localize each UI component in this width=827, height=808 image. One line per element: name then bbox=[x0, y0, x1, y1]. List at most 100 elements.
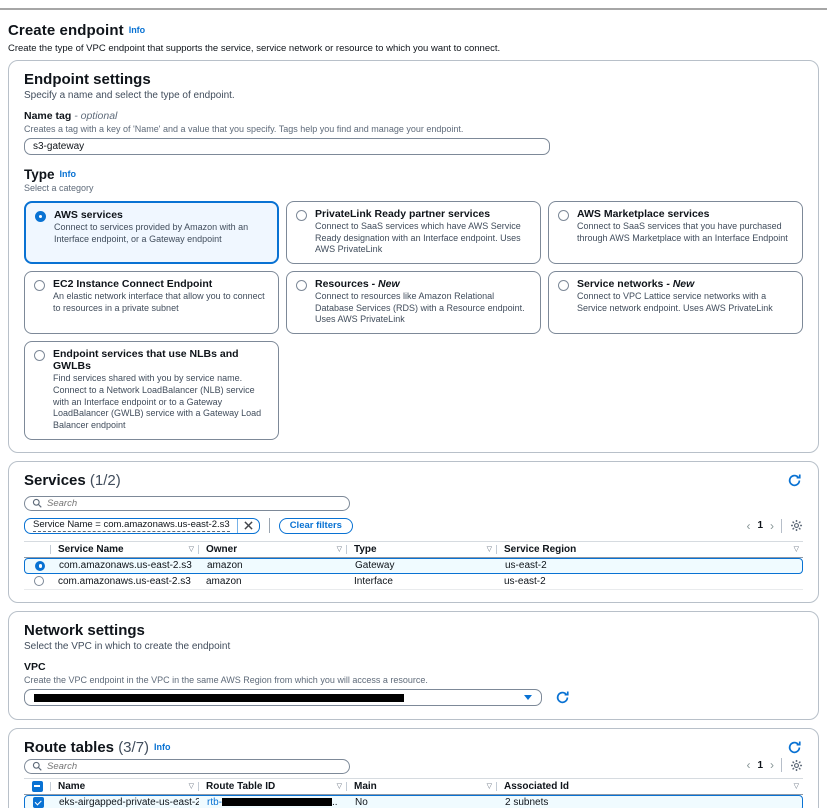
selection-column-header bbox=[24, 542, 50, 557]
sort-icon[interactable]: ▽ bbox=[487, 782, 492, 790]
type-hint: Select a category bbox=[24, 183, 803, 193]
route-table-row[interactable]: eks-airgapped-private-us-east-2b rtb-.. … bbox=[24, 795, 803, 808]
route-tables-preferences-button[interactable] bbox=[789, 758, 803, 772]
category-new-badge: - New bbox=[372, 278, 400, 290]
route-tables-card: Route tables (3/7)Info ‹ 1 bbox=[8, 728, 819, 808]
column-service-region[interactable]: Service Region ▽ bbox=[496, 542, 803, 557]
category-service-networks[interactable]: Service networks - New Connect to VPC La… bbox=[548, 271, 803, 334]
radio-selected-icon[interactable] bbox=[35, 211, 46, 222]
radio-icon[interactable] bbox=[558, 210, 569, 221]
radio-icon[interactable] bbox=[34, 280, 45, 291]
page-number[interactable]: 1 bbox=[757, 760, 763, 771]
sort-icon[interactable]: ▽ bbox=[794, 782, 799, 790]
row-radio[interactable] bbox=[34, 576, 44, 586]
divider bbox=[781, 758, 782, 772]
category-resources[interactable]: Resources - New Connect to resources lik… bbox=[286, 271, 541, 334]
next-page-icon[interactable]: › bbox=[770, 759, 774, 771]
route-tables-refresh-button[interactable] bbox=[785, 739, 803, 757]
next-page-icon[interactable]: › bbox=[770, 520, 774, 532]
category-title: AWS services bbox=[54, 209, 123, 221]
category-ec2-instance-connect[interactable]: EC2 Instance Connect Endpoint An elastic… bbox=[24, 271, 279, 334]
search-icon bbox=[32, 498, 42, 508]
category-aws-marketplace[interactable]: AWS Marketplace services Connect to SaaS… bbox=[548, 201, 803, 264]
column-service-name[interactable]: Service Name▽ bbox=[50, 542, 198, 557]
column-route-table-id[interactable]: Route Table ID ▽ bbox=[198, 779, 346, 794]
category-endpoint-services-nlb-gwlb[interactable]: Endpoint services that use NLBs and GWLB… bbox=[24, 341, 279, 439]
column-name[interactable]: Name▽ bbox=[50, 779, 198, 794]
route-table-id-cell[interactable]: rtb-.. bbox=[199, 797, 347, 808]
name-tag-hint: Creates a tag with a key of 'Name' and a… bbox=[24, 124, 803, 134]
endpoint-settings-title: Endpoint settings bbox=[24, 71, 803, 88]
vpc-refresh-button[interactable] bbox=[553, 689, 571, 707]
category-aws-services[interactable]: AWS services Connect to services provide… bbox=[24, 201, 279, 264]
owner-cell: amazon bbox=[198, 576, 346, 587]
service-row-gateway[interactable]: com.amazonaws.us-east-2.s3 amazon Gatewa… bbox=[24, 558, 803, 574]
vpc-select[interactable] bbox=[24, 689, 542, 706]
category-privatelink-partner[interactable]: PrivateLink Ready partner services Conne… bbox=[286, 201, 541, 264]
previous-page-icon[interactable]: ‹ bbox=[746, 520, 750, 532]
name-cell: eks-airgapped-private-us-east-2b bbox=[51, 797, 199, 808]
services-preferences-button[interactable] bbox=[789, 519, 803, 533]
divider bbox=[269, 518, 270, 533]
select-all-checkbox-indeterminate[interactable] bbox=[32, 781, 43, 792]
radio-icon[interactable] bbox=[34, 350, 45, 361]
category-new-badge: - New bbox=[666, 278, 694, 290]
radio-icon[interactable] bbox=[296, 280, 307, 291]
category-description: An elastic network interface that allow … bbox=[53, 291, 268, 314]
column-associated-id[interactable]: Associated Id▽ bbox=[496, 779, 803, 794]
sort-icon[interactable]: ▽ bbox=[337, 545, 342, 553]
create-endpoint-page: Create endpointInfo Create the type of V… bbox=[0, 10, 827, 808]
page-info-link[interactable]: Info bbox=[129, 25, 146, 35]
column-owner[interactable]: Owner▽ bbox=[198, 542, 346, 557]
category-grid: AWS services Connect to services provide… bbox=[24, 201, 803, 440]
network-settings-card: Network settings Select the VPC in which… bbox=[8, 611, 819, 720]
sort-icon[interactable]: ▽ bbox=[189, 545, 194, 553]
route-tables-search[interactable] bbox=[24, 759, 350, 774]
caret-down-icon bbox=[524, 695, 532, 700]
clear-filters-button[interactable]: Clear filters bbox=[279, 518, 353, 534]
column-label: Route Table ID bbox=[206, 781, 275, 792]
services-refresh-button[interactable] bbox=[785, 472, 803, 490]
service-row-interface[interactable]: com.amazonaws.us-east-2.s3 amazon Interf… bbox=[24, 574, 803, 590]
gear-icon bbox=[790, 519, 803, 532]
remove-filter-button[interactable] bbox=[238, 521, 259, 530]
route-tables-info-link[interactable]: Info bbox=[154, 742, 171, 752]
column-type[interactable]: Type▽ bbox=[346, 542, 496, 557]
sort-icon[interactable]: ▽ bbox=[189, 782, 194, 790]
route-tables-search-input[interactable] bbox=[47, 761, 342, 772]
main-cell: No bbox=[347, 797, 497, 808]
page-header: Create endpointInfo Create the type of V… bbox=[8, 22, 819, 54]
select-all-header bbox=[24, 779, 50, 794]
region-cell: us-east-2 bbox=[497, 560, 802, 571]
radio-icon[interactable] bbox=[296, 210, 307, 221]
previous-page-icon[interactable]: ‹ bbox=[746, 759, 750, 771]
name-tag-label-text: Name tag bbox=[24, 110, 71, 122]
sort-icon[interactable]: ▽ bbox=[337, 782, 342, 790]
service-name-cell: com.amazonaws.us-east-2.s3 bbox=[50, 576, 198, 587]
column-label: Service Region bbox=[504, 544, 576, 555]
endpoint-settings-subtitle: Specify a name and select the type of en… bbox=[24, 90, 803, 101]
services-search-input[interactable] bbox=[47, 498, 342, 509]
rtb-link-prefix: rtb- bbox=[207, 797, 222, 808]
column-main[interactable]: Main▽ bbox=[346, 779, 496, 794]
page-number[interactable]: 1 bbox=[757, 520, 763, 531]
name-tag-input[interactable] bbox=[24, 138, 550, 155]
category-description: Connect to resources like Amazon Relatio… bbox=[315, 291, 530, 326]
category-title: Service networks bbox=[577, 278, 663, 290]
radio-icon[interactable] bbox=[558, 280, 569, 291]
route-tables-pagination: ‹ 1 › bbox=[746, 758, 803, 772]
route-tables-title: Route tables (3/7)Info bbox=[24, 739, 171, 756]
filter-token-text: Service Name = com.amazonaws.us-east-2.s… bbox=[33, 519, 230, 532]
services-search[interactable] bbox=[24, 496, 350, 511]
sort-icon[interactable]: ▽ bbox=[794, 545, 799, 553]
row-checkbox-checked[interactable] bbox=[33, 797, 44, 808]
token-divider bbox=[237, 518, 238, 534]
type-info-link[interactable]: Info bbox=[60, 169, 77, 179]
row-radio-selected[interactable] bbox=[35, 561, 45, 571]
subnets-link[interactable]: 2 subnets bbox=[505, 797, 548, 808]
category-title: Endpoint services that use NLBs and GWLB… bbox=[53, 348, 239, 372]
sort-icon[interactable]: ▽ bbox=[487, 545, 492, 553]
type-label-text: Type bbox=[24, 167, 55, 182]
services-table-header: Service Name▽ Owner▽ Type▽ Service Regio… bbox=[24, 541, 803, 558]
services-title: Services (1/2) bbox=[24, 472, 121, 489]
